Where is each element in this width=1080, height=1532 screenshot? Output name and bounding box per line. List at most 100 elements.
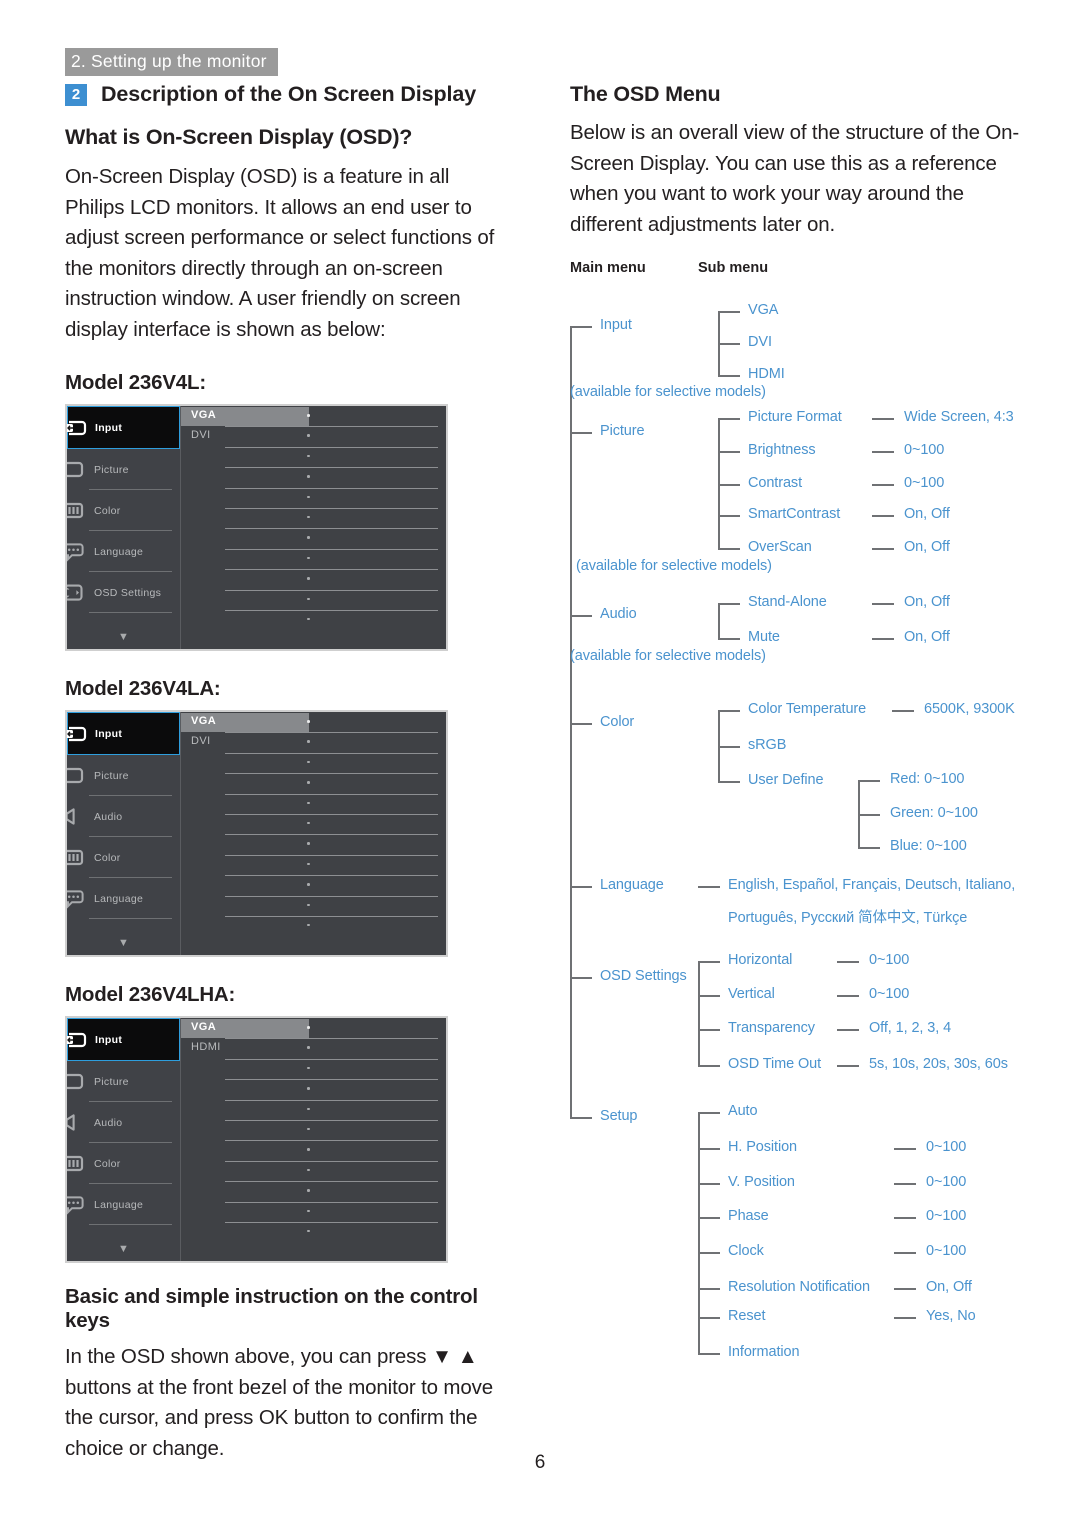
tree-value-setup-6[interactable]: Yes, No xyxy=(926,1308,976,1324)
tree-value-user-define-1[interactable]: Green: 0~100 xyxy=(890,805,978,821)
tree-value-user-define-0[interactable]: Red: 0~100 xyxy=(890,771,964,787)
osd-scroll-down-caret[interactable]: ▼ xyxy=(67,632,180,643)
tree-sub-setup-3[interactable]: Phase xyxy=(728,1208,769,1224)
osd-option-row[interactable]: DVI xyxy=(181,426,446,446)
tree-sub-audio-1[interactable]: Mute xyxy=(748,629,780,645)
tree-sub-picture-4[interactable]: OverScan xyxy=(748,539,812,555)
osd-option-row[interactable] xyxy=(181,1140,446,1160)
tree-sub-color-0[interactable]: Color Temperature xyxy=(748,701,866,717)
tree-value-osd-3[interactable]: 5s, 10s, 20s, 30s, 60s xyxy=(869,1056,1008,1072)
tree-main-osd-settings[interactable]: OSD Settings xyxy=(600,968,687,984)
osd-option-row[interactable] xyxy=(181,609,446,630)
osd-menu-item-input[interactable]: Input xyxy=(67,712,180,755)
osd-menu-item-language[interactable]: Language xyxy=(67,531,180,572)
osd-menu-item-language[interactable]: Language xyxy=(67,878,180,919)
osd-option-row[interactable] xyxy=(181,446,446,467)
tree-sub-input-1[interactable]: DVI xyxy=(748,334,772,350)
tree-sub-setup-0[interactable]: Auto xyxy=(728,1103,758,1119)
osd-option-row[interactable]: DVI xyxy=(181,732,446,752)
tree-value-osd-2[interactable]: Off, 1, 2, 3, 4 xyxy=(869,1020,951,1036)
osd-option-row[interactable] xyxy=(181,834,446,854)
tree-value-language-line2[interactable]: Português, Русский 简体中文, Türkçe xyxy=(728,906,967,927)
tree-sub-color-1[interactable]: sRGB xyxy=(748,737,786,753)
osd-option-row[interactable]: HDMI xyxy=(181,1038,446,1058)
osd-option-row[interactable] xyxy=(181,895,446,916)
tree-sub-picture-2[interactable]: Contrast xyxy=(748,475,802,491)
tree-value-setup-5[interactable]: On, Off xyxy=(926,1279,972,1295)
tree-value-setup-4[interactable]: 0~100 xyxy=(926,1243,966,1259)
tree-value-audio-1[interactable]: On, Off xyxy=(904,629,950,645)
tree-main-color[interactable]: Color xyxy=(600,714,634,730)
osd-option-row[interactable] xyxy=(181,507,446,528)
osd-option-row[interactable] xyxy=(181,1079,446,1099)
tree-main-picture[interactable]: Picture xyxy=(600,423,645,439)
tree-sub-audio-0[interactable]: Stand-Alone xyxy=(748,594,827,610)
tree-sub-setup-6[interactable]: Reset xyxy=(728,1308,765,1324)
osd-option-row[interactable]: VGA xyxy=(181,406,446,426)
osd-option-row[interactable] xyxy=(181,1058,446,1079)
tree-value-language-line1[interactable]: English, Español, Français, Deutsch, Ita… xyxy=(728,877,1015,893)
osd-option-row[interactable] xyxy=(181,752,446,773)
tree-main-setup[interactable]: Setup xyxy=(600,1108,638,1124)
tree-value-setup-1[interactable]: 0~100 xyxy=(926,1139,966,1155)
tree-sub-setup-2[interactable]: V. Position xyxy=(728,1174,795,1190)
osd-option-row[interactable]: VGA xyxy=(181,712,446,732)
osd-menu-item-audio[interactable]: Audio xyxy=(67,796,180,837)
osd-menu-item-audio[interactable]: Audio xyxy=(67,1102,180,1143)
osd-option-row[interactable] xyxy=(181,1221,446,1242)
osd-menu-item-color[interactable]: Color xyxy=(67,1143,180,1184)
osd-menu-item-color[interactable]: Color xyxy=(67,837,180,878)
osd-option-row[interactable] xyxy=(181,548,446,569)
osd-option-row[interactable] xyxy=(181,569,446,589)
tree-value-setup-2[interactable]: 0~100 xyxy=(926,1174,966,1190)
tree-main-input[interactable]: Input xyxy=(600,317,632,333)
osd-option-row[interactable] xyxy=(181,875,446,895)
tree-sub-osd-1[interactable]: Vertical xyxy=(728,986,775,1002)
tree-sub-setup-4[interactable]: Clock xyxy=(728,1243,764,1259)
osd-option-row[interactable] xyxy=(181,487,446,508)
tree-value-osd-0[interactable]: 0~100 xyxy=(869,952,909,968)
osd-option-row[interactable] xyxy=(181,589,446,610)
tree-value-user-define-2[interactable]: Blue: 0~100 xyxy=(890,838,967,854)
osd-option-row[interactable] xyxy=(181,1160,446,1181)
osd-option-row[interactable] xyxy=(181,773,446,793)
osd-option-row[interactable] xyxy=(181,1181,446,1201)
osd-option-row[interactable] xyxy=(181,467,446,487)
osd-option-row[interactable] xyxy=(181,854,446,875)
osd-menu-item-osd-settings[interactable]: OSD Settings xyxy=(67,572,180,613)
tree-value-audio-0[interactable]: On, Off xyxy=(904,594,950,610)
osd-menu-item-input[interactable]: Input xyxy=(67,406,180,449)
osd-option-row[interactable]: VGA xyxy=(181,1018,446,1038)
tree-value-picture-4[interactable]: On, Off xyxy=(904,539,950,555)
tree-sub-osd-2[interactable]: Transparency xyxy=(728,1020,815,1036)
osd-menu-item-color[interactable]: Color xyxy=(67,490,180,531)
tree-sub-input-2[interactable]: HDMI xyxy=(748,366,785,382)
osd-option-row[interactable] xyxy=(181,528,446,548)
tree-value-osd-1[interactable]: 0~100 xyxy=(869,986,909,1002)
osd-option-row[interactable] xyxy=(181,813,446,834)
osd-scroll-down-caret[interactable]: ▼ xyxy=(67,938,180,949)
tree-sub-osd-3[interactable]: OSD Time Out xyxy=(728,1056,821,1072)
osd-option-row[interactable] xyxy=(181,1119,446,1140)
tree-sub-picture-1[interactable]: Brightness xyxy=(748,442,816,458)
tree-sub-setup-5[interactable]: Resolution Notification xyxy=(728,1279,870,1295)
tree-main-audio[interactable]: Audio xyxy=(600,606,637,622)
osd-menu-item-language[interactable]: Language xyxy=(67,1184,180,1225)
tree-value-color-temperature[interactable]: 6500K, 9300K xyxy=(924,701,1015,717)
tree-main-language[interactable]: Language xyxy=(600,877,664,893)
tree-sub-setup-7[interactable]: Information xyxy=(728,1344,800,1360)
tree-value-picture-0[interactable]: Wide Screen, 4:3 xyxy=(904,409,1014,425)
osd-menu-item-picture[interactable]: Picture xyxy=(67,449,180,490)
tree-value-setup-3[interactable]: 0~100 xyxy=(926,1208,966,1224)
tree-sub-picture-3[interactable]: SmartContrast xyxy=(748,506,840,522)
tree-sub-picture-0[interactable]: Picture Format xyxy=(748,409,842,425)
tree-value-picture-2[interactable]: 0~100 xyxy=(904,475,944,491)
osd-option-row[interactable] xyxy=(181,915,446,936)
osd-menu-item-input[interactable]: Input xyxy=(67,1018,180,1061)
osd-option-row[interactable] xyxy=(181,1201,446,1222)
osd-menu-item-picture[interactable]: Picture xyxy=(67,1061,180,1102)
tree-sub-setup-1[interactable]: H. Position xyxy=(728,1139,797,1155)
tree-sub-input-0[interactable]: VGA xyxy=(748,302,778,318)
tree-sub-color-2[interactable]: User Define xyxy=(748,772,824,788)
tree-value-picture-3[interactable]: On, Off xyxy=(904,506,950,522)
